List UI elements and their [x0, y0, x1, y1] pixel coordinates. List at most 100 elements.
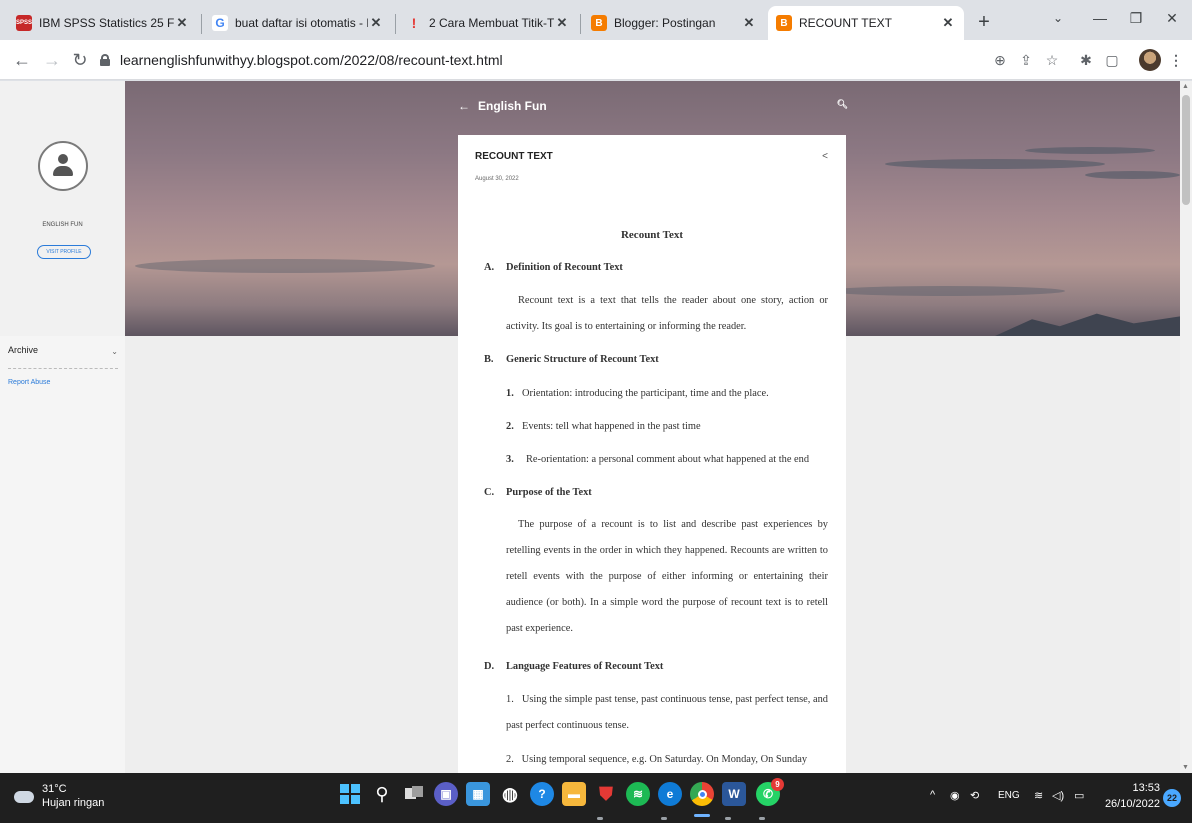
spss-favicon-icon: SPSS	[16, 15, 32, 31]
page-viewport: ENGLISH FUN VISIT PROFILE Archive ⌄ Repo…	[0, 81, 1180, 773]
cloud-shape	[1025, 147, 1155, 154]
profile-avatar[interactable]	[1139, 49, 1161, 71]
help-icon[interactable]: ?	[530, 782, 554, 806]
section-paragraph: Recount text is a text that tells the re…	[506, 295, 828, 332]
weather-widget[interactable]: 31°C Hujan ringan	[12, 782, 104, 810]
chrome-icon[interactable]	[690, 782, 714, 806]
tab-google[interactable]: G buat daftar isi otomatis - Pen ✕	[204, 6, 392, 40]
back-arrow-icon[interactable]: ←	[10, 48, 34, 72]
search-icon[interactable]: 🔍︎	[837, 99, 848, 110]
close-tab-icon[interactable]: ✕	[174, 15, 190, 31]
notification-count-badge[interactable]: 22	[1163, 789, 1181, 807]
google-favicon-icon: G	[212, 15, 228, 31]
tray-app-icon[interactable]: ◉	[950, 789, 960, 802]
section-heading: C. Purpose of the Text	[484, 487, 592, 498]
archive-dropdown[interactable]: Archive ⌄	[8, 345, 118, 369]
back-arrow-icon[interactable]: ←	[458, 99, 470, 113]
task-view-icon[interactable]	[402, 782, 426, 806]
tab-blogger-postingan[interactable]: B Blogger: Postingan ✕	[583, 6, 765, 40]
tab-search-icon[interactable]: ⌄	[1040, 4, 1076, 32]
section-heading: B. Generic Structure of Recount Text	[484, 354, 659, 365]
extensions-icon[interactable]: ✱	[1076, 50, 1096, 70]
list-item: 1. Using the simple past tense, past con…	[506, 694, 828, 731]
clock-time: 13:53	[1132, 782, 1160, 794]
lock-icon	[100, 54, 110, 66]
running-indicator	[759, 817, 765, 820]
tab-spss[interactable]: SPSS IBM SPSS Statistics 25 Free D ✕	[8, 6, 198, 40]
running-indicator	[661, 817, 667, 820]
page-scrollbar[interactable]: ▲ ▼	[1180, 81, 1192, 773]
share-icon[interactable]: ⇪	[1016, 50, 1036, 70]
search-icon[interactable]: ⚲	[370, 782, 394, 806]
edge-icon[interactable]: e	[658, 782, 682, 806]
list-item: 2. Events: tell what happened in the past…	[506, 421, 701, 432]
tray-chevron-up-icon[interactable]: ^	[930, 789, 935, 801]
close-window-icon[interactable]: ✕	[1154, 4, 1190, 32]
restore-icon[interactable]: ❐	[1118, 4, 1154, 32]
spotify-icon[interactable]: ≋	[626, 782, 650, 806]
scroll-down-icon[interactable]: ▼	[1182, 764, 1189, 771]
tab-recount-text[interactable]: B RECOUNT TEXT ✕	[768, 6, 964, 40]
openoffice-icon[interactable]: ◍	[498, 782, 522, 806]
new-tab-button[interactable]: +	[972, 10, 996, 34]
tab-label: IBM SPSS Statistics 25 Free D	[39, 16, 174, 30]
windows-start-icon[interactable]	[338, 782, 362, 806]
tab-label: RECOUNT TEXT	[799, 16, 892, 30]
minimize-icon[interactable]: —	[1082, 4, 1118, 32]
system-clock[interactable]: 13:53 26/10/2022	[1100, 780, 1160, 812]
list-item: 2. Using temporal sequence, e.g. On Satu…	[506, 754, 808, 765]
post-title: RECOUNT TEXT	[475, 151, 553, 162]
whatsapp-icon[interactable]: ✆ 9	[756, 778, 784, 806]
profile-avatar-icon[interactable]	[38, 141, 88, 191]
scroll-up-icon[interactable]: ▲	[1182, 83, 1189, 90]
word-icon[interactable]: W	[722, 782, 746, 806]
wifi-icon[interactable]: ≋	[1034, 789, 1043, 802]
visit-profile-button[interactable]: VISIT PROFILE	[37, 245, 91, 259]
post-card: RECOUNT TEXT August 30, 2022 < Recount T…	[458, 135, 846, 773]
archive-label: Archive	[8, 345, 39, 355]
file-explorer-icon[interactable]: ▬	[562, 782, 586, 806]
list-item: 1. Orientation: introducing the participa…	[506, 388, 769, 399]
active-indicator	[694, 814, 710, 817]
cloud-shape	[1085, 171, 1180, 179]
battery-icon[interactable]: ▭	[1074, 789, 1084, 802]
cloud-rain-icon	[12, 787, 36, 805]
close-tab-icon[interactable]: ✕	[554, 15, 570, 31]
blogger-favicon-icon: B	[776, 15, 792, 31]
blogger-favicon-icon: B	[591, 15, 607, 31]
bookmark-star-icon[interactable]: ☆	[1042, 50, 1062, 70]
url-text: learnenglishfunwithyy.blogspot.com/2022/…	[120, 52, 503, 68]
tab-strip: SPSS IBM SPSS Statistics 25 Free D ✕ G b…	[0, 0, 1192, 40]
close-tab-icon[interactable]: ✕	[741, 15, 757, 31]
report-abuse-link[interactable]: Report Abuse	[8, 379, 50, 386]
reload-icon[interactable]: ↻	[68, 48, 92, 72]
side-panel-icon[interactable]: ▢	[1102, 50, 1122, 70]
forward-arrow-icon[interactable]: →	[40, 48, 64, 72]
menu-icon[interactable]: ⋮	[1166, 50, 1186, 70]
teams-chat-icon[interactable]: ▣	[434, 782, 458, 806]
close-tab-icon[interactable]: ✕	[940, 15, 956, 31]
close-tab-icon[interactable]: ✕	[368, 15, 384, 31]
section-heading: A. Definition of Recount Text	[484, 262, 623, 273]
calculator-icon[interactable]: ▦	[466, 782, 490, 806]
weather-desc: Hujan ringan	[42, 797, 105, 809]
address-bar[interactable]: learnenglishfunwithyy.blogspot.com/2022/…	[100, 47, 980, 73]
share-icon[interactable]: <	[822, 151, 828, 162]
tab-separator	[201, 14, 202, 34]
tray-network-app-icon[interactable]: ⟲	[970, 789, 979, 802]
scroll-thumb[interactable]	[1182, 95, 1190, 205]
sidebar: ENGLISH FUN VISIT PROFILE Archive ⌄ Repo…	[0, 81, 125, 773]
zoom-icon[interactable]: ⊕	[990, 50, 1010, 70]
section-heading: D. Language Features of Recount Text	[484, 661, 664, 672]
tab-label: buat daftar isi otomatis - Pen	[235, 16, 368, 30]
browser-toolbar: ← → ↻ learnenglishfunwithyy.blogspot.com…	[0, 40, 1192, 80]
mcafee-shield-icon[interactable]: ⛊	[594, 782, 618, 806]
weather-temp: 31°C	[42, 783, 67, 795]
volume-icon[interactable]: ◁)	[1052, 789, 1064, 802]
language-indicator[interactable]: ENG	[998, 790, 1020, 801]
mountain-shape	[995, 313, 1180, 336]
tab-titik[interactable]: ! 2 Cara Membuat Titik-Titik D ✕	[398, 6, 578, 40]
post-heading: Recount Text	[620, 229, 684, 241]
blog-header: ← English Fun 🔍︎	[458, 99, 848, 119]
blog-title[interactable]: English Fun	[478, 99, 547, 113]
